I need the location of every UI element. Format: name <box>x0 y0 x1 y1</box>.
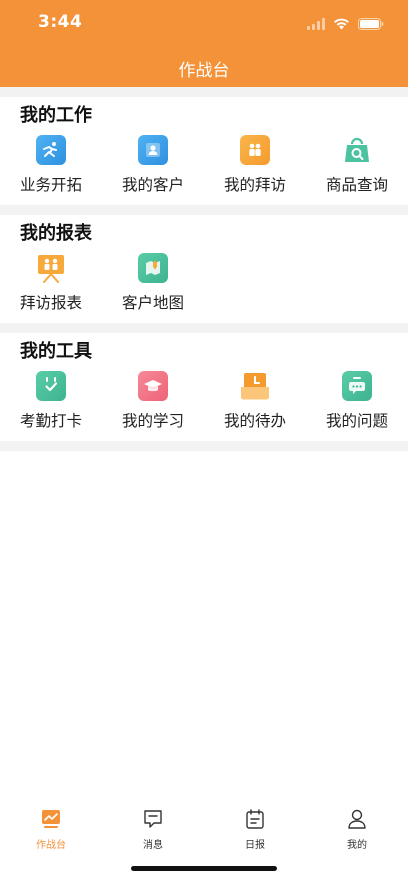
presentation-board-icon <box>36 253 66 283</box>
my-tools-grid: 考勤打卡 我的学习 我的待办 我的问题 <box>0 371 408 441</box>
map-pin-icon <box>138 253 168 283</box>
wifi-icon <box>333 15 350 34</box>
calendar-check-icon <box>36 371 66 401</box>
product-search-button[interactable]: 商品查询 <box>306 135 408 205</box>
my-customers-button[interactable]: 我的客户 <box>102 135 204 205</box>
daily-report-icon <box>244 808 266 830</box>
attendance-checkin-button[interactable]: 考勤打卡 <box>0 371 102 441</box>
customer-map-button[interactable]: 客户地图 <box>102 253 204 323</box>
customer-card-icon <box>138 135 168 165</box>
item-label: 我的问题 <box>325 412 388 430</box>
section-title: 我的报表 <box>20 223 92 244</box>
profile-icon <box>346 808 368 830</box>
section-title: 我的工作 <box>20 105 92 126</box>
tab-label: 日报 <box>245 840 265 851</box>
tab-label: 作战台 <box>36 840 66 851</box>
item-label: 客户地图 <box>121 294 184 312</box>
item-label: 我的拜访 <box>223 176 286 194</box>
my-learning-button[interactable]: 我的学习 <box>102 371 204 441</box>
tab-daily-report[interactable]: 日报 <box>204 808 306 852</box>
clock-todo-icon <box>240 371 270 401</box>
item-label: 商品查询 <box>325 176 388 194</box>
tab-label: 消息 <box>143 840 163 851</box>
tab-messages[interactable]: 消息 <box>102 808 204 852</box>
item-label: 我的客户 <box>121 176 184 194</box>
section-my-tools: 我的工具 考勤打卡 我的学习 我的待办 我的问题 <box>0 333 408 441</box>
section-divider <box>0 323 408 333</box>
item-label: 拜访报表 <box>19 294 82 312</box>
tab-dashboard[interactable]: 作战台 <box>0 808 102 852</box>
item-label: 考勤打卡 <box>19 412 82 430</box>
shopping-bag-search-icon <box>342 135 372 165</box>
dashboard-icon <box>40 808 62 830</box>
page-title: 作战台 <box>178 61 230 81</box>
section-my-work: 我的工作 业务开拓 我的客户 我的拜访 商品查询 <box>0 97 408 205</box>
graduation-cap-icon <box>138 371 168 401</box>
battery-icon <box>358 15 384 34</box>
my-todo-button[interactable]: 我的待办 <box>204 371 306 441</box>
app-header: 3:44 作战台 <box>0 0 408 87</box>
my-visits-button[interactable]: 我的拜访 <box>204 135 306 205</box>
running-person-icon <box>36 135 66 165</box>
tab-profile[interactable]: 我的 <box>306 808 408 852</box>
chat-bubble-icon <box>342 371 372 401</box>
tab-label: 我的 <box>347 840 367 851</box>
my-questions-button[interactable]: 我的问题 <box>306 371 408 441</box>
my-work-grid: 业务开拓 我的客户 我的拜访 商品查询 <box>0 135 408 205</box>
section-title: 我的工具 <box>20 341 92 362</box>
item-label: 业务开拓 <box>19 176 82 194</box>
section-divider <box>0 87 408 97</box>
my-reports-grid: 拜访报表 客户地图 <box>0 253 408 323</box>
item-label: 我的待办 <box>223 412 286 430</box>
signal-icon <box>307 15 325 34</box>
business-expansion-button[interactable]: 业务开拓 <box>0 135 102 205</box>
section-my-reports: 我的报表 拜访报表 客户地图 <box>0 215 408 323</box>
status-time: 3:44 <box>38 12 83 32</box>
visit-report-button[interactable]: 拜访报表 <box>0 253 102 323</box>
status-icons <box>307 15 384 34</box>
status-bar: 3:44 <box>0 0 408 44</box>
section-divider <box>0 441 408 451</box>
message-icon <box>142 808 164 830</box>
section-divider <box>0 205 408 215</box>
home-indicator <box>131 866 277 871</box>
visit-people-icon <box>240 135 270 165</box>
item-label: 我的学习 <box>121 412 184 430</box>
